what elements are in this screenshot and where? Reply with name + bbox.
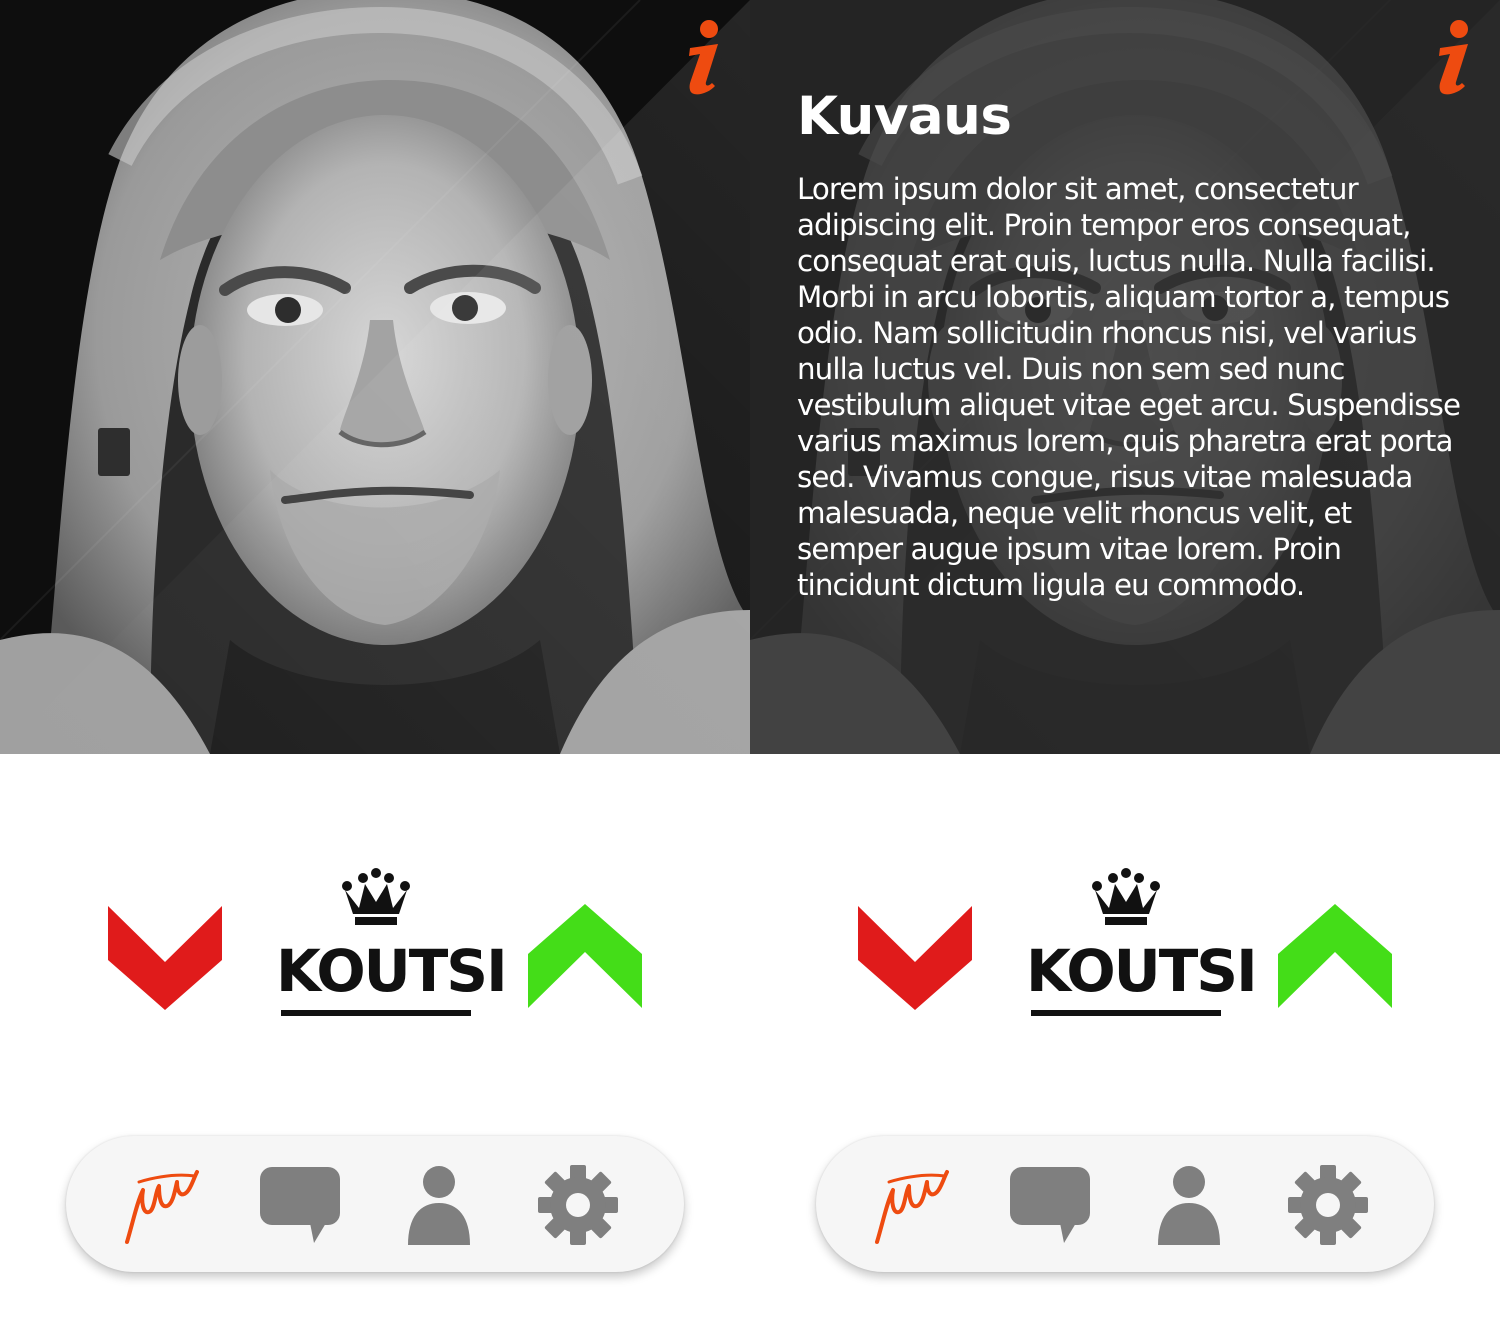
info-icon[interactable]	[678, 18, 726, 98]
description-title: Kuvaus	[797, 86, 1012, 147]
gear-icon	[538, 1165, 618, 1245]
profile-photo	[0, 0, 750, 754]
vote-row: KOUTSI	[0, 860, 750, 1030]
gear-icon	[1288, 1165, 1368, 1245]
bottom-tab-bar	[816, 1136, 1434, 1272]
info-icon[interactable]	[1428, 18, 1476, 98]
chat-bubble-icon	[1010, 1167, 1090, 1243]
tab-chat[interactable]	[255, 1162, 345, 1248]
coach-underline	[281, 1010, 471, 1016]
portrait-image	[0, 0, 750, 754]
coach-underline	[1031, 1010, 1221, 1016]
person-icon	[408, 1166, 470, 1245]
tab-chat[interactable]	[1005, 1162, 1095, 1248]
person-icon	[1158, 1166, 1220, 1245]
chevron-down-icon[interactable]	[108, 904, 222, 1010]
coach-badge: KOUTSI	[1026, 868, 1258, 1018]
tab-profile[interactable]	[1144, 1162, 1234, 1248]
coach-badge: KOUTSI	[276, 868, 508, 1018]
tab-home[interactable]	[114, 1162, 204, 1248]
description-body: Lorem ipsum dolor sit amet, consectetur …	[797, 172, 1461, 602]
signature-logo-icon	[125, 1170, 199, 1244]
signature-logo-icon	[875, 1170, 949, 1244]
bottom-tab-bar	[66, 1136, 684, 1272]
crown-icon	[1092, 868, 1160, 925]
tab-settings[interactable]	[533, 1162, 623, 1248]
tab-settings[interactable]	[1283, 1162, 1373, 1248]
tab-home[interactable]	[864, 1162, 954, 1248]
crown-icon	[342, 868, 410, 925]
photo-view-screen: KOUTSI	[0, 0, 750, 1334]
coach-label: KOUTSI	[1026, 937, 1258, 1005]
tab-profile[interactable]	[394, 1162, 484, 1248]
chat-bubble-icon	[260, 1167, 340, 1243]
chevron-down-icon[interactable]	[858, 904, 972, 1010]
vote-row: KOUTSI	[750, 860, 1500, 1030]
chevron-up-icon[interactable]	[528, 904, 642, 1010]
chevron-up-icon[interactable]	[1278, 904, 1392, 1010]
coach-label: KOUTSI	[276, 937, 508, 1005]
description-view-screen: Kuvaus Lorem ipsum dolor sit amet, conse…	[750, 0, 1500, 1334]
profile-photo: Kuvaus Lorem ipsum dolor sit amet, conse…	[750, 0, 1500, 754]
